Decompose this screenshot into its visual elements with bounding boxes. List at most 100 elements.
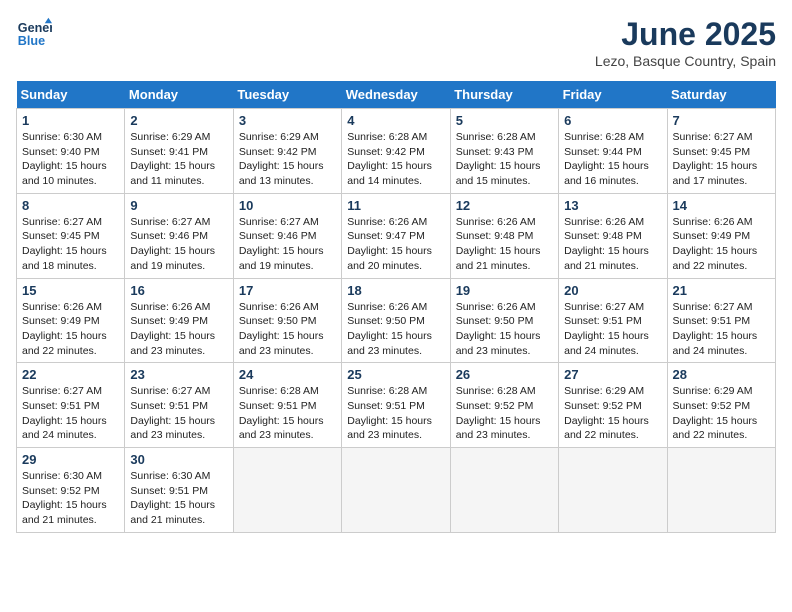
calendar-cell: 6 Sunrise: 6:28 AMSunset: 9:44 PMDayligh… (559, 109, 667, 194)
cell-info: Sunrise: 6:26 AMSunset: 9:50 PMDaylight:… (456, 301, 541, 357)
calendar-cell (233, 448, 341, 533)
day-number: 25 (347, 367, 444, 382)
cell-info: Sunrise: 6:26 AMSunset: 9:49 PMDaylight:… (673, 216, 758, 272)
day-number: 12 (456, 198, 553, 213)
month-title: June 2025 (595, 16, 776, 53)
calendar-cell: 2 Sunrise: 6:29 AMSunset: 9:41 PMDayligh… (125, 109, 233, 194)
cell-info: Sunrise: 6:27 AMSunset: 9:46 PMDaylight:… (239, 216, 324, 272)
cell-info: Sunrise: 6:28 AMSunset: 9:43 PMDaylight:… (456, 131, 541, 187)
location-text: Lezo, Basque Country, Spain (595, 53, 776, 69)
col-header-saturday: Saturday (667, 81, 775, 109)
cell-info: Sunrise: 6:26 AMSunset: 9:48 PMDaylight:… (564, 216, 649, 272)
calendar-cell: 4 Sunrise: 6:28 AMSunset: 9:42 PMDayligh… (342, 109, 450, 194)
cell-info: Sunrise: 6:29 AMSunset: 9:41 PMDaylight:… (130, 131, 215, 187)
week-row-4: 22 Sunrise: 6:27 AMSunset: 9:51 PMDaylig… (17, 363, 776, 448)
day-number: 9 (130, 198, 227, 213)
calendar-cell: 16 Sunrise: 6:26 AMSunset: 9:49 PMDaylig… (125, 278, 233, 363)
day-number: 2 (130, 113, 227, 128)
day-number: 28 (673, 367, 770, 382)
day-number: 24 (239, 367, 336, 382)
calendar-cell: 27 Sunrise: 6:29 AMSunset: 9:52 PMDaylig… (559, 363, 667, 448)
day-number: 14 (673, 198, 770, 213)
logo-icon: General Blue (16, 16, 52, 52)
calendar-cell: 11 Sunrise: 6:26 AMSunset: 9:47 PMDaylig… (342, 193, 450, 278)
calendar-cell: 30 Sunrise: 6:30 AMSunset: 9:51 PMDaylig… (125, 448, 233, 533)
day-number: 20 (564, 283, 661, 298)
cell-info: Sunrise: 6:26 AMSunset: 9:50 PMDaylight:… (347, 301, 432, 357)
day-number: 19 (456, 283, 553, 298)
day-number: 1 (22, 113, 119, 128)
col-header-friday: Friday (559, 81, 667, 109)
day-number: 27 (564, 367, 661, 382)
day-number: 11 (347, 198, 444, 213)
calendar-cell: 15 Sunrise: 6:26 AMSunset: 9:49 PMDaylig… (17, 278, 125, 363)
calendar-cell: 13 Sunrise: 6:26 AMSunset: 9:48 PMDaylig… (559, 193, 667, 278)
calendar-cell: 21 Sunrise: 6:27 AMSunset: 9:51 PMDaylig… (667, 278, 775, 363)
day-number: 26 (456, 367, 553, 382)
cell-info: Sunrise: 6:30 AMSunset: 9:51 PMDaylight:… (130, 470, 215, 526)
cell-info: Sunrise: 6:29 AMSunset: 9:52 PMDaylight:… (564, 385, 649, 441)
day-number: 23 (130, 367, 227, 382)
calendar-cell: 10 Sunrise: 6:27 AMSunset: 9:46 PMDaylig… (233, 193, 341, 278)
calendar-cell: 24 Sunrise: 6:28 AMSunset: 9:51 PMDaylig… (233, 363, 341, 448)
day-number: 8 (22, 198, 119, 213)
calendar-cell (342, 448, 450, 533)
calendar-cell: 19 Sunrise: 6:26 AMSunset: 9:50 PMDaylig… (450, 278, 558, 363)
calendar-cell (559, 448, 667, 533)
cell-info: Sunrise: 6:28 AMSunset: 9:52 PMDaylight:… (456, 385, 541, 441)
calendar-cell: 5 Sunrise: 6:28 AMSunset: 9:43 PMDayligh… (450, 109, 558, 194)
col-header-thursday: Thursday (450, 81, 558, 109)
calendar-cell: 25 Sunrise: 6:28 AMSunset: 9:51 PMDaylig… (342, 363, 450, 448)
calendar-cell: 7 Sunrise: 6:27 AMSunset: 9:45 PMDayligh… (667, 109, 775, 194)
cell-info: Sunrise: 6:28 AMSunset: 9:51 PMDaylight:… (347, 385, 432, 441)
cell-info: Sunrise: 6:27 AMSunset: 9:45 PMDaylight:… (22, 216, 107, 272)
cell-info: Sunrise: 6:27 AMSunset: 9:51 PMDaylight:… (564, 301, 649, 357)
calendar-cell: 17 Sunrise: 6:26 AMSunset: 9:50 PMDaylig… (233, 278, 341, 363)
svg-text:Blue: Blue (18, 34, 45, 48)
calendar-cell: 18 Sunrise: 6:26 AMSunset: 9:50 PMDaylig… (342, 278, 450, 363)
cell-info: Sunrise: 6:26 AMSunset: 9:50 PMDaylight:… (239, 301, 324, 357)
logo: General Blue (16, 16, 52, 52)
day-number: 13 (564, 198, 661, 213)
col-header-sunday: Sunday (17, 81, 125, 109)
week-row-1: 1 Sunrise: 6:30 AMSunset: 9:40 PMDayligh… (17, 109, 776, 194)
day-number: 15 (22, 283, 119, 298)
day-number: 10 (239, 198, 336, 213)
day-number: 18 (347, 283, 444, 298)
calendar-cell: 14 Sunrise: 6:26 AMSunset: 9:49 PMDaylig… (667, 193, 775, 278)
calendar-cell: 12 Sunrise: 6:26 AMSunset: 9:48 PMDaylig… (450, 193, 558, 278)
calendar-cell: 26 Sunrise: 6:28 AMSunset: 9:52 PMDaylig… (450, 363, 558, 448)
cell-info: Sunrise: 6:26 AMSunset: 9:49 PMDaylight:… (22, 301, 107, 357)
cell-info: Sunrise: 6:30 AMSunset: 9:52 PMDaylight:… (22, 470, 107, 526)
calendar-cell (450, 448, 558, 533)
calendar-cell: 29 Sunrise: 6:30 AMSunset: 9:52 PMDaylig… (17, 448, 125, 533)
col-header-tuesday: Tuesday (233, 81, 341, 109)
cell-info: Sunrise: 6:27 AMSunset: 9:46 PMDaylight:… (130, 216, 215, 272)
calendar-cell: 28 Sunrise: 6:29 AMSunset: 9:52 PMDaylig… (667, 363, 775, 448)
day-number: 7 (673, 113, 770, 128)
day-number: 30 (130, 452, 227, 467)
cell-info: Sunrise: 6:27 AMSunset: 9:51 PMDaylight:… (673, 301, 758, 357)
cell-info: Sunrise: 6:27 AMSunset: 9:51 PMDaylight:… (22, 385, 107, 441)
day-number: 5 (456, 113, 553, 128)
day-number: 21 (673, 283, 770, 298)
week-row-5: 29 Sunrise: 6:30 AMSunset: 9:52 PMDaylig… (17, 448, 776, 533)
cell-info: Sunrise: 6:28 AMSunset: 9:44 PMDaylight:… (564, 131, 649, 187)
page-header: General Blue June 2025 Lezo, Basque Coun… (16, 16, 776, 69)
calendar-cell: 20 Sunrise: 6:27 AMSunset: 9:51 PMDaylig… (559, 278, 667, 363)
cell-info: Sunrise: 6:27 AMSunset: 9:51 PMDaylight:… (130, 385, 215, 441)
calendar-cell: 1 Sunrise: 6:30 AMSunset: 9:40 PMDayligh… (17, 109, 125, 194)
calendar-cell: 22 Sunrise: 6:27 AMSunset: 9:51 PMDaylig… (17, 363, 125, 448)
header-row: SundayMondayTuesdayWednesdayThursdayFrid… (17, 81, 776, 109)
day-number: 6 (564, 113, 661, 128)
cell-info: Sunrise: 6:27 AMSunset: 9:45 PMDaylight:… (673, 131, 758, 187)
calendar-table: SundayMondayTuesdayWednesdayThursdayFrid… (16, 81, 776, 533)
cell-info: Sunrise: 6:30 AMSunset: 9:40 PMDaylight:… (22, 131, 107, 187)
calendar-cell: 9 Sunrise: 6:27 AMSunset: 9:46 PMDayligh… (125, 193, 233, 278)
cell-info: Sunrise: 6:26 AMSunset: 9:49 PMDaylight:… (130, 301, 215, 357)
col-header-wednesday: Wednesday (342, 81, 450, 109)
day-number: 22 (22, 367, 119, 382)
cell-info: Sunrise: 6:29 AMSunset: 9:42 PMDaylight:… (239, 131, 324, 187)
calendar-cell (667, 448, 775, 533)
cell-info: Sunrise: 6:29 AMSunset: 9:52 PMDaylight:… (673, 385, 758, 441)
